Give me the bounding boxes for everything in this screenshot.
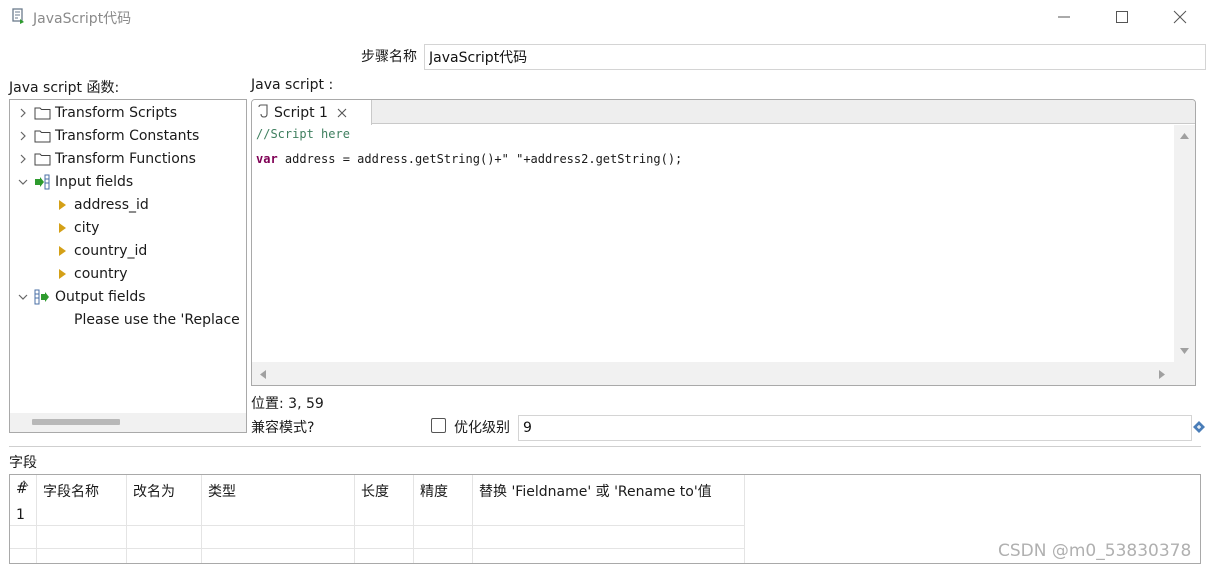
column-header-type[interactable]: 类型 [202,475,355,501]
tree-item-output-fields[interactable]: Output fields [16,286,146,308]
column-header-precision[interactable]: 精度 [414,475,473,501]
tree-horizontal-scrollbar[interactable] [10,413,246,432]
folder-icon [34,105,51,121]
tree-item-transform-scripts[interactable]: Transform Scripts [16,102,177,124]
table-row[interactable]: 1 [10,501,745,525]
tree-item-transform-functions[interactable]: Transform Functions [16,148,196,170]
maximize-icon [1116,11,1128,23]
field-arrow-icon [56,243,68,259]
tab-label: Script 1 [274,104,328,121]
optimization-label: 优化级别 [454,420,510,436]
tree-item-label: Transform Functions [55,151,196,167]
tree-item-label: Transform Scripts [55,105,177,121]
tree-leaf-label: address_id [74,197,149,213]
tree-item-input-fields[interactable]: Input fields [16,171,133,193]
tree-leaf-label: country_id [74,243,148,259]
step-name-input[interactable] [424,44,1206,70]
fields-section-label: 字段 [9,455,37,471]
functions-label: Java script 函数: [9,80,120,96]
watermark: CSDN @m0_53830378 [998,541,1192,561]
tree-item-label: Input fields [55,174,134,190]
tree-leaf-label: country [74,266,128,282]
maximize-button[interactable] [1104,4,1140,30]
script-tab-icon [258,103,270,122]
vertical-scrollbar[interactable] [1174,125,1195,362]
horizontal-scrollbar[interactable] [252,362,1195,385]
tree-item-label: Output fields [55,289,146,305]
scrollbar-thumb[interactable] [32,419,120,425]
tree-item-transform-constants[interactable]: Transform Constants [16,125,199,147]
chevron-right-icon[interactable] [16,129,30,143]
script-editor: Script 1 //Script here var address = add… [251,99,1196,386]
script-app-icon [10,7,28,25]
column-header-index[interactable]: # [10,475,37,501]
tree-leaf-country-id[interactable]: country_id [56,240,147,262]
scroll-up-icon[interactable] [1179,132,1190,140]
tab-strip [252,100,1195,124]
scroll-right-icon[interactable] [1158,369,1166,380]
optimization-level-input[interactable] [518,415,1192,441]
chevron-right-icon[interactable] [16,106,30,120]
tab-script-1[interactable]: Script 1 [252,100,372,125]
column-header-replace[interactable]: 替换 'Fieldname' 或 'Rename to'值 [473,475,745,501]
title-bar: JavaScript代码 [0,0,1210,34]
close-icon [1173,10,1187,24]
output-fields-icon [34,289,51,305]
tree-leaf-label: Please use the 'Replace [74,312,240,328]
row-divider [10,548,745,549]
code-line-3: var address = address.getString()+" "+ad… [256,152,682,166]
code-comment: //Script here [256,127,350,141]
tree-leaf-label: city [74,220,100,236]
close-button[interactable] [1162,4,1198,30]
tree-item-label: Transform Constants [55,128,200,144]
chevron-down-icon[interactable] [16,175,30,189]
scroll-down-icon[interactable] [1179,347,1190,355]
section-divider [9,446,1201,447]
tree-leaf-address-id[interactable]: address_id [56,194,149,216]
chevron-down-icon[interactable] [16,290,30,304]
close-icon[interactable] [336,107,348,119]
code-editor[interactable]: //Script here var address = address.getS… [252,125,1174,362]
code-statement: address = address.getString()+" "+addres… [277,152,683,166]
field-arrow-icon [56,266,68,282]
functions-tree[interactable]: Transform Scripts Transform Constants Tr… [9,99,247,433]
optimization-checkbox[interactable] [431,418,446,433]
window-title: JavaScript代码 [33,11,132,27]
field-arrow-icon [56,220,68,236]
field-arrow-icon [56,197,68,213]
row-divider [10,525,745,526]
row-number: 1 [16,507,25,523]
column-header-length[interactable]: 长度 [355,475,414,501]
cursor-position: 位置: 3, 59 [251,396,324,412]
column-header-field-name[interactable]: 字段名称 [37,475,127,501]
column-header-rename-to[interactable]: 改名为 [127,475,202,501]
tree-leaf-output-hint: Please use the 'Replace [74,309,240,331]
minimize-icon [1058,16,1070,18]
tree-leaf-city[interactable]: city [56,217,99,239]
scroll-left-icon[interactable] [259,369,267,380]
minimize-button[interactable] [1046,4,1082,30]
chevron-right-icon[interactable] [16,152,30,166]
compat-mode-label: 兼容模式? [251,420,315,436]
input-fields-icon [34,174,51,190]
step-name-label: 步骤名称 [361,49,417,65]
variable-icon[interactable] [1192,420,1206,434]
code-keyword: var [256,152,278,166]
folder-icon [34,151,51,167]
tree-leaf-country[interactable]: country [56,263,128,285]
folder-icon [34,128,51,144]
script-label: Java script : [251,77,334,93]
